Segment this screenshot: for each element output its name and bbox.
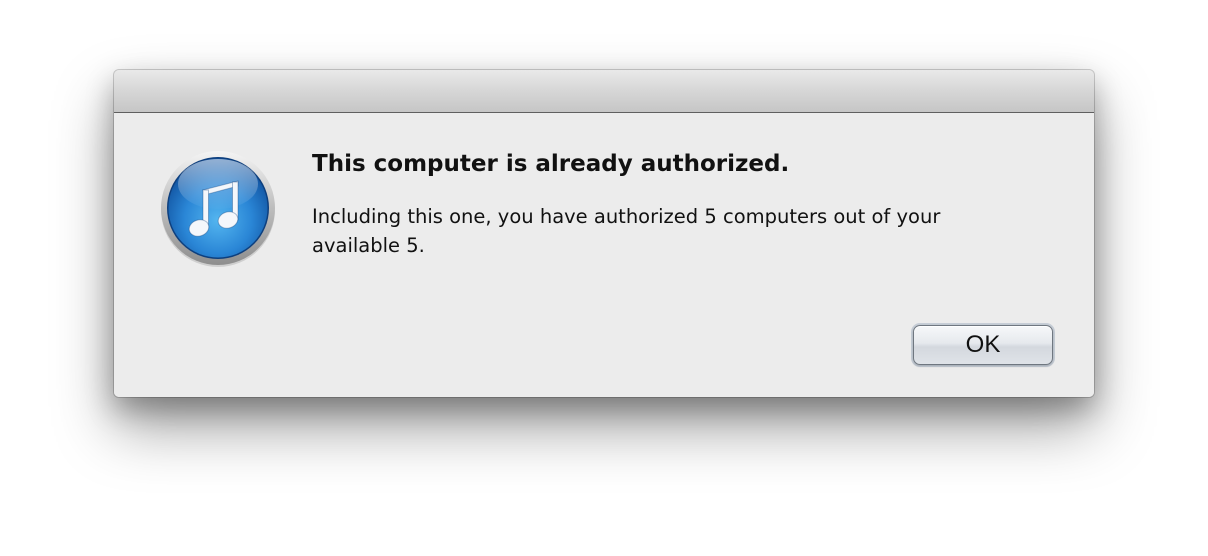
dialog-headline: This computer is already authorized. — [312, 151, 790, 177]
screen: This computer is already authorized. Inc… — [0, 0, 1208, 556]
dialog-message: Including this one, you have authorized … — [312, 205, 941, 257]
dialog-titlebar[interactable] — [114, 70, 1094, 113]
alert-dialog: This computer is already authorized. Inc… — [114, 70, 1094, 397]
ok-button[interactable]: OK — [913, 325, 1053, 365]
itunes-icon — [159, 150, 277, 268]
dialog-content: This computer is already authorized. Inc… — [114, 113, 1094, 397]
